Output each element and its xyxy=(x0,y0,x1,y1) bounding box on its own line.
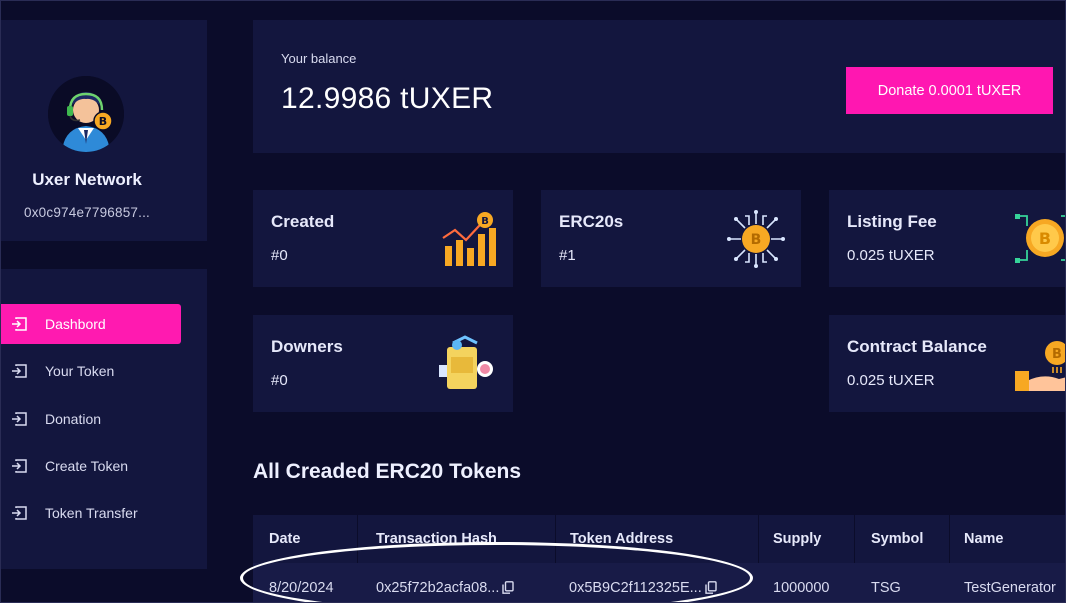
svg-text:B: B xyxy=(1039,229,1051,248)
sidebar-item-your-token[interactable]: Your Token xyxy=(0,351,181,391)
svg-text:B: B xyxy=(481,216,489,227)
stat-value: #0 xyxy=(271,372,288,389)
tx-hash-text: 0x25f72b2acfa08... xyxy=(376,580,500,596)
cell-symbol: TSG xyxy=(871,580,901,596)
column-header-token-address[interactable]: Token Address xyxy=(570,531,673,547)
stat-title: ERC20s xyxy=(559,212,624,231)
growth-chart-icon: B xyxy=(442,212,496,266)
stat-card-created: Created #0 B xyxy=(253,190,513,287)
hand-coin-icon: B xyxy=(1015,341,1066,391)
cell-token-address: 0x5B9C2f112325E... xyxy=(569,580,717,596)
stat-title: Downers xyxy=(271,337,343,356)
stat-value: 0.025 tUXER xyxy=(847,372,935,389)
stat-title: Contract Balance xyxy=(847,337,987,356)
wallet-icon xyxy=(439,335,493,389)
column-header-supply[interactable]: Supply xyxy=(773,531,821,547)
sign-in-icon xyxy=(12,459,27,473)
stat-card-erc20s: ERC20s #1 B xyxy=(541,190,801,287)
stat-value: #0 xyxy=(271,247,288,264)
svg-text:B: B xyxy=(1052,347,1062,362)
balance-card: Your balance 12.9986 tUXER Donate 0.0001… xyxy=(253,20,1066,153)
token-address-text: 0x5B9C2f112325E... xyxy=(569,580,702,596)
profile-name: Uxer Network xyxy=(32,170,142,189)
copy-icon[interactable] xyxy=(705,581,717,594)
svg-text:B: B xyxy=(99,115,107,128)
sidebar-item-label: Dashbord xyxy=(45,316,106,332)
column-divider xyxy=(555,515,556,563)
avatar: B xyxy=(48,76,124,152)
column-header-tx-hash[interactable]: Transaction Hash xyxy=(376,531,497,547)
svg-text:B: B xyxy=(751,232,762,248)
sign-in-icon xyxy=(12,317,27,331)
coin-network-icon: B xyxy=(1015,214,1066,263)
wallet-address: 0x0c974e7796857... xyxy=(24,205,150,220)
stat-card-listing-fee: Listing Fee 0.025 tUXER B xyxy=(829,190,1066,287)
column-header-date[interactable]: Date xyxy=(269,531,300,547)
donate-button[interactable]: Donate 0.0001 tUXER xyxy=(846,67,1053,114)
stat-title: Created xyxy=(271,212,335,231)
sidebar-item-token-transfer[interactable]: Token Transfer xyxy=(0,493,181,533)
column-header-name[interactable]: Name xyxy=(964,531,1004,547)
sign-in-icon xyxy=(12,364,27,378)
sign-in-icon xyxy=(12,506,27,520)
sidebar-item-label: Create Token xyxy=(45,458,129,474)
cell-name: TestGenerator xyxy=(964,580,1056,596)
column-divider xyxy=(357,515,358,563)
copy-icon[interactable] xyxy=(502,581,515,594)
stat-title: Listing Fee xyxy=(847,212,937,231)
balance-label: Your balance xyxy=(281,51,357,66)
cell-supply: 1000000 xyxy=(773,580,830,596)
column-divider xyxy=(949,515,950,563)
stat-value: #1 xyxy=(559,247,576,264)
sidebar-item-donation[interactable]: Donation xyxy=(0,399,181,439)
profile-card: B Uxer Network 0x0c974e7796857... xyxy=(0,20,207,241)
column-header-symbol[interactable]: Symbol xyxy=(871,531,923,547)
sidebar-item-label: Your Token xyxy=(45,363,115,379)
sidebar-item-create-token[interactable]: Create Token xyxy=(0,446,181,486)
section-title: All Creaded ERC20 Tokens xyxy=(253,460,522,483)
support-agent-icon: B xyxy=(48,76,124,152)
sign-in-icon xyxy=(12,412,27,426)
tokens-table: Date Transaction Hash Token Address Supp… xyxy=(253,515,1066,603)
stat-card-owners: Downers #0 xyxy=(253,315,513,412)
sidebar-item-dashboard[interactable]: Dashbord xyxy=(0,304,181,344)
stat-value: 0.025 tUXER xyxy=(847,247,935,264)
sidebar-item-label: Donation xyxy=(45,411,102,427)
cell-tx-hash: 0x25f72b2acfa08... xyxy=(376,580,515,596)
column-divider xyxy=(854,515,855,563)
stat-card-contract-balance: Contract Balance 0.025 tUXER B xyxy=(829,315,1066,412)
column-divider xyxy=(758,515,759,563)
bitcoin-circuit-icon: B xyxy=(727,210,785,268)
sidebar-nav: Dashbord Your Token Donation Create Toke… xyxy=(0,269,207,569)
cell-date: 8/20/2024 xyxy=(269,580,334,596)
balance-value: 12.9986 tUXER xyxy=(281,82,494,115)
sidebar-item-label: Token Transfer xyxy=(45,505,138,521)
